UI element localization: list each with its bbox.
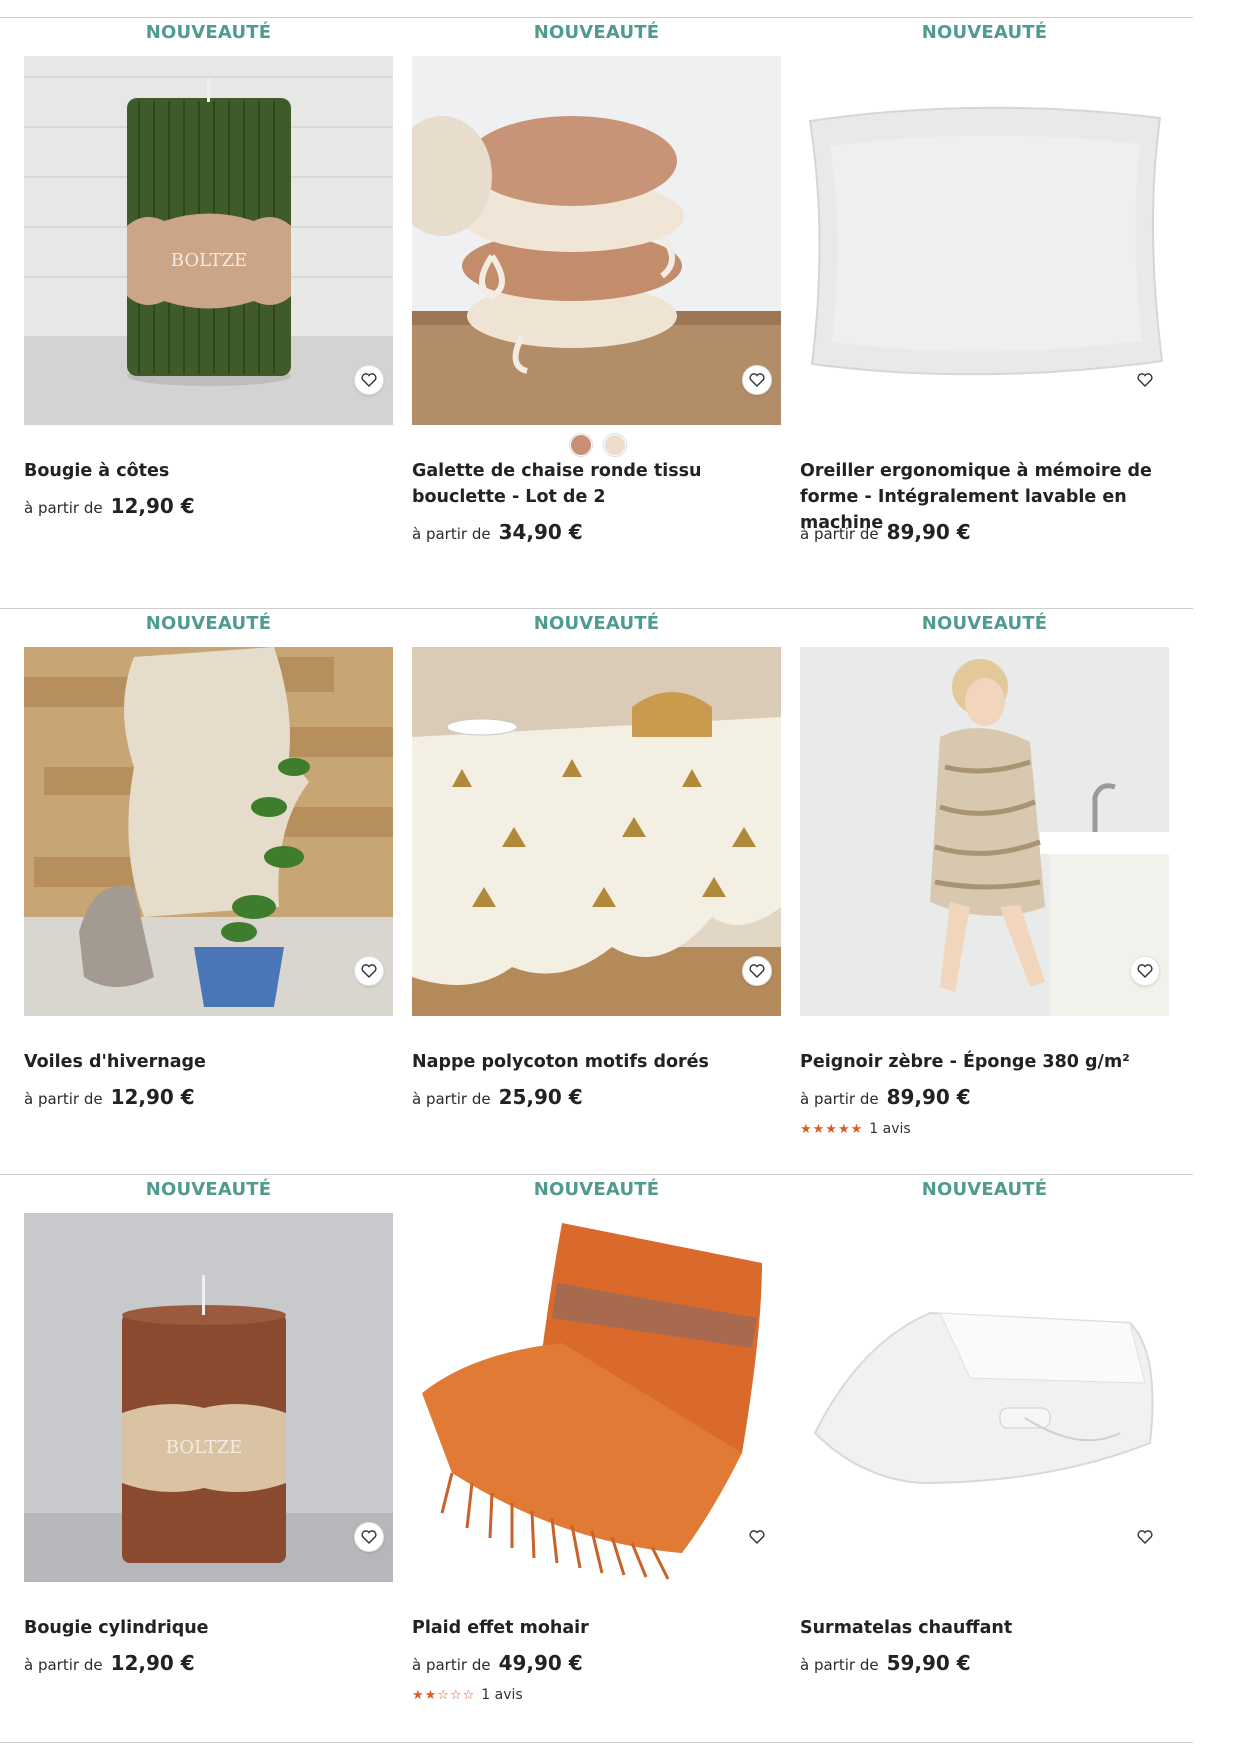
winter-plant-fleece-image [24, 647, 393, 1016]
price: 89,90 € [886, 1085, 971, 1109]
favorite-button[interactable] [742, 1522, 772, 1552]
product-title[interactable]: Galette de chaise ronde tissu bouclette … [412, 458, 781, 510]
product-image[interactable] [412, 647, 781, 1016]
price-row: à partir de 59,90 € [800, 1651, 971, 1675]
product-title[interactable]: Peignoir zèbre - Éponge 380 g/m² [800, 1049, 1169, 1075]
heated-mattress-topper-image [800, 1213, 1169, 1582]
price-row: à partir de 12,90 € [24, 1651, 195, 1675]
star-rating-icons: ★★☆☆☆ [412, 1687, 476, 1703]
price: 12,90 € [110, 1085, 195, 1109]
price-row: à partir de 25,90 € [412, 1085, 583, 1109]
price-prefix: à partir de [24, 1090, 103, 1108]
price-row: à partir de 89,90 € [800, 520, 971, 544]
svg-text:BOLTZE: BOLTZE [166, 1437, 242, 1458]
row-divider [0, 17, 1193, 18]
price-prefix: à partir de [412, 1656, 491, 1674]
golden-pattern-tablecloth-image [412, 647, 781, 1016]
product-image[interactable] [412, 56, 781, 425]
product-title[interactable]: Nappe polycoton motifs dorés [412, 1049, 781, 1075]
color-swatch[interactable] [604, 434, 626, 456]
row-divider [0, 1742, 1193, 1743]
product-title[interactable]: Bougie à côtes [24, 458, 393, 484]
zebra-bathrobe-image [800, 647, 1169, 1016]
price: 59,90 € [886, 1651, 971, 1675]
star-rating-icons: ★★★★★ [800, 1121, 864, 1137]
new-badge: NOUVEAUTÉ [145, 1179, 272, 1200]
price-row: à partir de 34,90 € [412, 520, 583, 544]
heart-icon [749, 964, 765, 978]
product-title[interactable]: Surmatelas chauffant [800, 1615, 1169, 1641]
favorite-button[interactable] [354, 956, 384, 986]
product-title[interactable]: Plaid effet mohair [412, 1615, 781, 1641]
favorite-button[interactable] [354, 1522, 384, 1552]
memory-foam-pillow-image [800, 56, 1169, 425]
row-divider [0, 1174, 1193, 1175]
favorite-button[interactable] [742, 956, 772, 986]
price-prefix: à partir de [800, 1090, 879, 1108]
heart-icon [749, 1530, 765, 1544]
product-image[interactable] [24, 647, 393, 1016]
heart-icon [1137, 1530, 1153, 1544]
price-prefix: à partir de [800, 1656, 879, 1674]
price: 49,90 € [498, 1651, 583, 1675]
product-title[interactable]: Voiles d'hivernage [24, 1049, 393, 1075]
price: 12,90 € [110, 494, 195, 518]
product-image[interactable] [800, 647, 1169, 1016]
review-count: 1 avis [869, 1121, 911, 1137]
new-badge: NOUVEAUTÉ [921, 613, 1048, 634]
product-title[interactable]: Bougie cylindrique [24, 1615, 393, 1641]
price: 89,90 € [886, 520, 971, 544]
price-row: à partir de 12,90 € [24, 494, 195, 518]
price-prefix: à partir de [24, 499, 103, 517]
heart-icon [361, 1530, 377, 1544]
new-badge: NOUVEAUTÉ [533, 22, 660, 43]
product-image[interactable] [412, 1213, 781, 1582]
product-image[interactable] [800, 1213, 1169, 1582]
heart-icon [749, 373, 765, 387]
new-badge: NOUVEAUTÉ [921, 22, 1048, 43]
price-prefix: à partir de [24, 1656, 103, 1674]
favorite-button[interactable] [742, 365, 772, 395]
price-row: à partir de 12,90 € [24, 1085, 195, 1109]
favorite-button[interactable] [1130, 365, 1160, 395]
price-prefix: à partir de [800, 525, 879, 543]
color-swatch[interactable] [570, 434, 592, 456]
new-badge: NOUVEAUTÉ [533, 613, 660, 634]
favorite-button[interactable] [1130, 1522, 1160, 1552]
price: 12,90 € [110, 1651, 195, 1675]
favorite-button[interactable] [1130, 956, 1160, 986]
brown-cylinder-candle-image: BOLTZE [24, 1213, 393, 1582]
new-badge: NOUVEAUTÉ [921, 1179, 1048, 1200]
price-row: à partir de 89,90 € [800, 1085, 971, 1109]
boucle-chair-pads-image [412, 56, 781, 425]
color-swatches [570, 434, 626, 456]
price-row: à partir de 49,90 € [412, 1651, 583, 1675]
new-badge: NOUVEAUTÉ [533, 1179, 660, 1200]
price: 34,90 € [498, 520, 583, 544]
mohair-throw-image [412, 1213, 781, 1582]
svg-text:BOLTZE: BOLTZE [171, 250, 247, 271]
price: 25,90 € [498, 1085, 583, 1109]
rating[interactable]: ★★☆☆☆ 1 avis [412, 1687, 523, 1703]
price-prefix: à partir de [412, 1090, 491, 1108]
heart-icon [1137, 964, 1153, 978]
new-badge: NOUVEAUTÉ [145, 22, 272, 43]
heart-icon [1137, 373, 1153, 387]
product-image[interactable] [800, 56, 1169, 425]
favorite-button[interactable] [354, 365, 384, 395]
green-ribbed-candle-image: BOLTZE [24, 56, 393, 425]
product-image[interactable]: BOLTZE [24, 56, 393, 425]
review-count: 1 avis [481, 1687, 523, 1703]
row-divider [0, 608, 1193, 609]
heart-icon [361, 373, 377, 387]
product-image[interactable]: BOLTZE [24, 1213, 393, 1582]
price-prefix: à partir de [412, 525, 491, 543]
heart-icon [361, 964, 377, 978]
new-badge: NOUVEAUTÉ [145, 613, 272, 634]
rating[interactable]: ★★★★★ 1 avis [800, 1121, 911, 1137]
